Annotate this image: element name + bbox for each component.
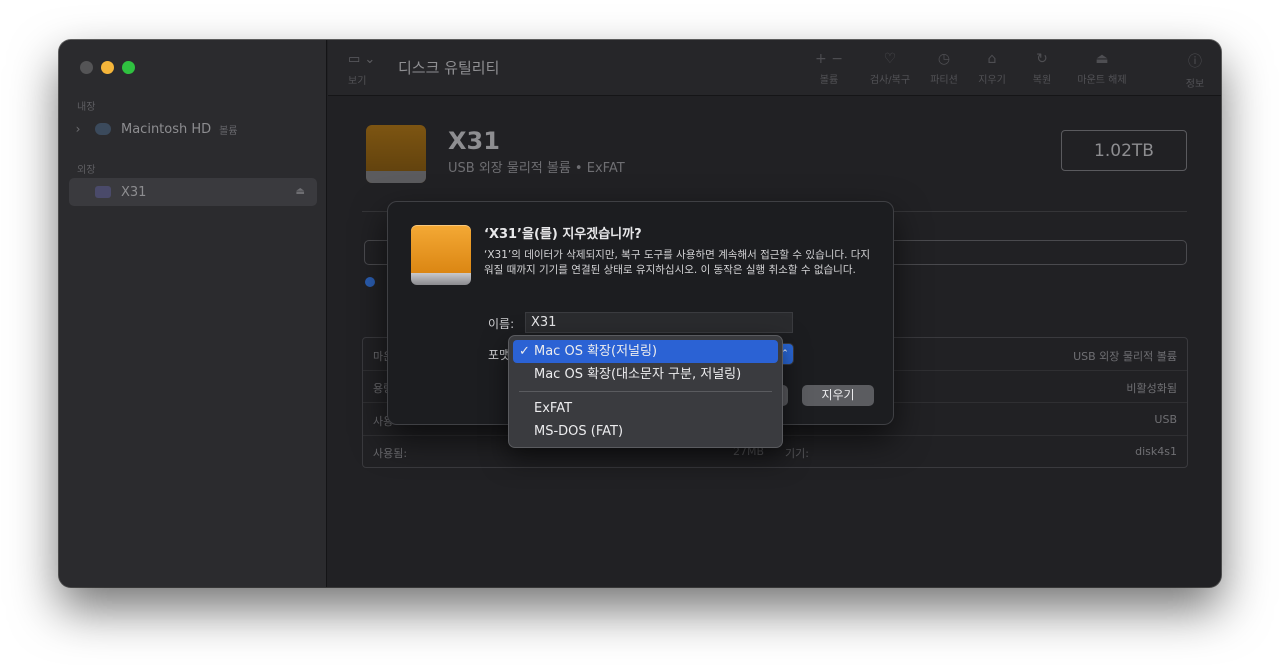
unmount-icon: ⏏: [1095, 51, 1109, 67]
volume-stack-icon: [95, 123, 111, 135]
disclosure-chevron-icon[interactable]: ›: [69, 122, 87, 136]
sidebar-item-x31[interactable]: X31 ⏏: [69, 178, 317, 206]
erase-toolbar-button[interactable]: ⌂ 지우기: [972, 51, 1012, 86]
close-window-button[interactable]: [80, 61, 93, 74]
dialog-title: ‘X31’을(를) 지우겠습니까?: [484, 227, 642, 242]
usage-legend-dot: [365, 277, 375, 287]
sidebar-section-external: 외장: [77, 165, 96, 176]
checkmark-icon: ✓: [519, 344, 530, 359]
volume-size: 1.02TB: [1061, 130, 1187, 171]
minimize-window-button[interactable]: [101, 61, 114, 74]
eject-icon[interactable]: ⏏: [296, 186, 305, 197]
sidebar-item-label: Macintosh HD: [121, 121, 212, 137]
menu-separator: [519, 391, 772, 392]
sidebar-toggle-icon: ▭ ⌄: [348, 52, 376, 67]
menu-item-ms-dos-fat[interactable]: MS-DOS (FAT): [513, 420, 778, 443]
zoom-window-button[interactable]: [122, 61, 135, 74]
sidebar-section-internal: 내장: [77, 102, 96, 113]
restore-button[interactable]: ↻ 복원: [1026, 51, 1058, 86]
volume-name: X31: [448, 127, 500, 155]
sidebar-item-label: X31: [121, 184, 147, 200]
volume-button[interactable]: + − 볼륨: [806, 51, 852, 86]
external-drive-icon: [411, 225, 471, 285]
sidebar-item-macintosh-hd[interactable]: › Macintosh HD 볼륨: [69, 115, 317, 143]
sidebar: 내장 › Macintosh HD 볼륨 외장 X31 ⏏: [59, 40, 327, 587]
external-drive-large-icon: [366, 125, 426, 183]
restore-arrow-icon: ↻: [1036, 51, 1048, 67]
erase-drive-icon: ⌂: [987, 51, 997, 67]
menu-item-exfat[interactable]: ExFAT: [513, 397, 778, 420]
info-icon: ⓘ: [1188, 54, 1202, 70]
format-dropdown-menu: ✓ Mac OS 확장(저널링) Mac OS 확장(대소문자 구분, 저널링)…: [508, 335, 783, 448]
name-field[interactable]: X31: [525, 312, 793, 333]
first-aid-button[interactable]: ♡ 검사/복구: [862, 51, 918, 86]
partition-button[interactable]: ◷ 파티션: [924, 51, 964, 86]
external-drive-icon: [95, 186, 111, 198]
erase-button[interactable]: 지우기: [802, 385, 874, 406]
partition-pie-icon: ◷: [937, 51, 951, 67]
volume-subtitle: USB 외장 물리적 볼륨 • ExFAT: [448, 161, 625, 176]
format-label: 포맷: [488, 348, 511, 362]
toolbar: ▭ ⌄ 보기 디스크 유틸리티 + − 볼륨 ♡ 검사/복구 ◷ 파티션 ⌂ 지…: [328, 40, 1221, 96]
menu-item-mac-os-extended-case-sensitive[interactable]: Mac OS 확장(대소문자 구분, 저널링): [513, 363, 778, 386]
view-label: 보기: [348, 76, 367, 87]
app-title: 디스크 유틸리티: [398, 59, 500, 77]
name-label: 이름:: [488, 317, 515, 331]
unmount-button[interactable]: ⏏ 마운트 해제: [1072, 51, 1132, 86]
dialog-message: ‘X31’의 데이터가 삭제되지만, 복구 도구를 사용하면 계속해서 접근할 …: [484, 249, 871, 276]
info-button[interactable]: ⓘ 정보: [1180, 51, 1210, 90]
info-row: 사용됨: 27MB 기기: disk4s1: [373, 445, 1177, 460]
menu-item-mac-os-extended-journaled[interactable]: ✓ Mac OS 확장(저널링): [513, 340, 778, 363]
view-button[interactable]: ▭ ⌄ 보기: [348, 52, 388, 87]
add-remove-volume-icon: + −: [815, 51, 843, 67]
sidebar-item-sublabel: 볼륨: [219, 125, 238, 137]
stethoscope-icon: ♡: [883, 51, 897, 67]
